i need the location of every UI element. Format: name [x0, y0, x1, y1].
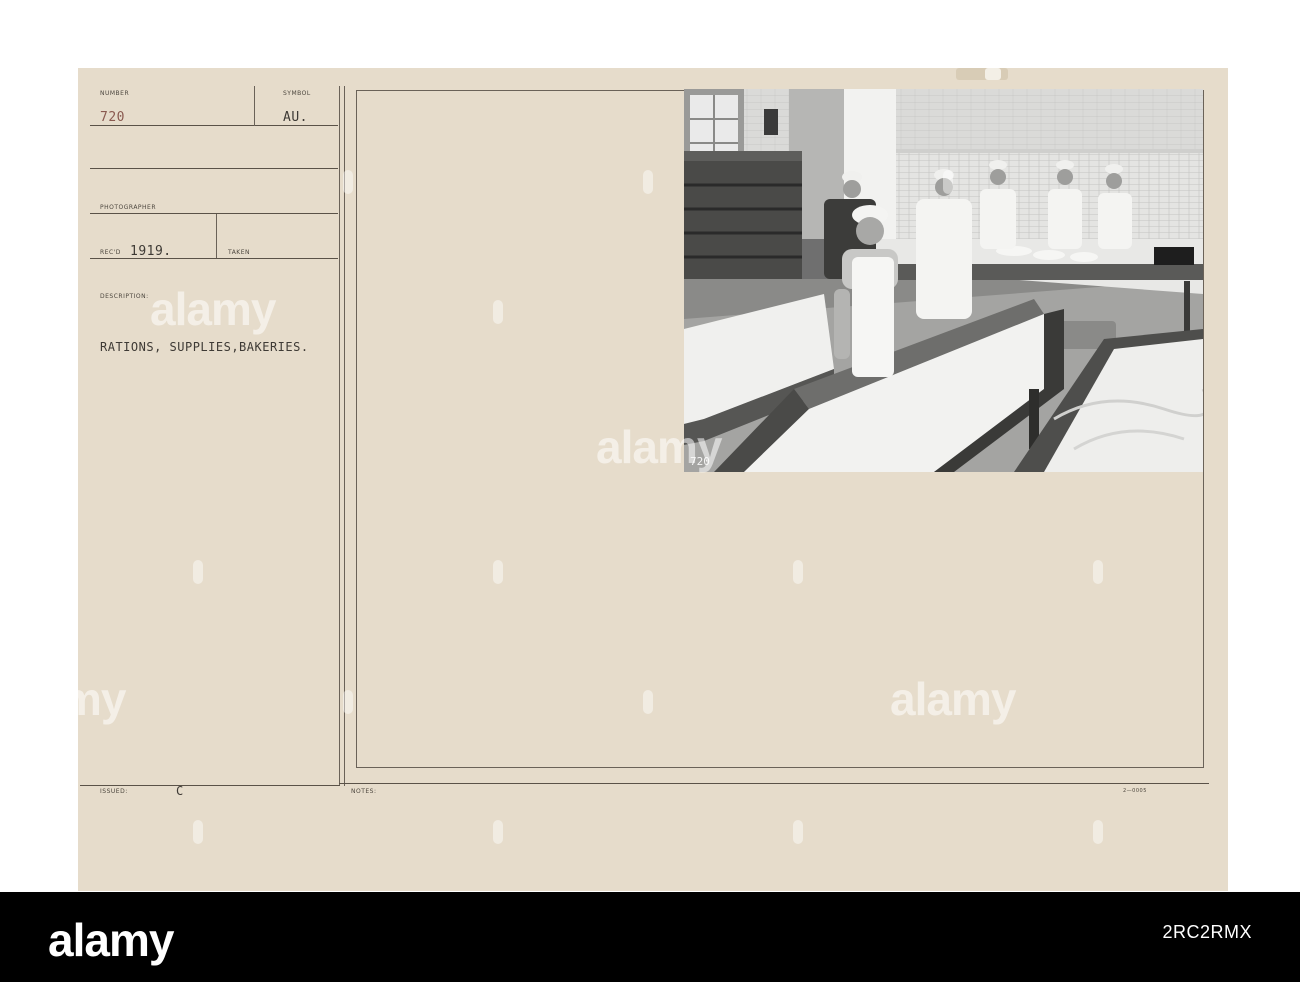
watermark-mark-4 [1093, 42, 1103, 66]
symbol-label: SYMBOL [283, 90, 311, 97]
watermark-mark-21 [1093, 820, 1103, 844]
watermark-mark-18 [193, 820, 203, 844]
bottom-rule [80, 785, 340, 786]
left-column-divider [339, 86, 340, 786]
watermark-mark-7 [643, 170, 653, 194]
footer-logo: alamy [48, 914, 174, 966]
number-value: 720 [100, 110, 125, 125]
watermark-left: alamy [150, 283, 276, 335]
number-symbol-divider [254, 86, 255, 126]
photographer-rule [90, 213, 338, 214]
notes-top-rule [339, 783, 1209, 784]
number-rule [90, 125, 338, 126]
watermark-lower-right: alamy [890, 673, 1016, 725]
photographer-label: PHOTOGRAPHER [100, 204, 157, 211]
watermark-mark-20 [793, 820, 803, 844]
bakery-photograph: 720 [684, 89, 1203, 472]
form-code: 2—0005 [1123, 788, 1147, 794]
issued-label: ISSUED: [100, 788, 128, 795]
card-tear-hole [985, 68, 1001, 80]
number-label: NUMBER [100, 90, 130, 97]
taken-label: TAKEN [228, 249, 251, 256]
watermark-mark-15 [1093, 560, 1103, 584]
watermark-center: alamy [596, 421, 722, 473]
footer-image-id: 2RC2RMX [1162, 922, 1252, 942]
watermark-mark-3 [793, 42, 803, 66]
recd-rule [90, 258, 338, 259]
watermark-mark-19 [493, 820, 503, 844]
symbol-value: AU. [283, 110, 308, 125]
description-label: DESCRIPTION: [100, 293, 149, 300]
recd-label: REC'D [100, 249, 121, 256]
notes-label: NOTES: [351, 788, 377, 795]
issued-value: C [176, 784, 184, 798]
photographer-top-rule [90, 168, 338, 169]
watermark-mark-16 [343, 690, 353, 714]
stock-footer-bar: alamy 2RC2RMX [0, 892, 1300, 982]
description-value: RATIONS, SUPPLIES,BAKERIES. [100, 340, 309, 354]
watermark-mark-6 [343, 170, 353, 194]
watermark-mark-9 [1243, 170, 1253, 194]
watermark-mark-8 [943, 170, 953, 194]
watermark-mark-12 [193, 560, 203, 584]
watermark-mark-17 [643, 690, 653, 714]
bakery-photo-illustration [684, 89, 1203, 472]
recd-value: 1919. [130, 244, 172, 259]
watermark-mark-5 [43, 170, 53, 194]
recd-taken-divider [216, 214, 217, 258]
watermark-mark-10 [493, 300, 503, 324]
watermark-mark-2 [493, 42, 503, 66]
watermark-mark-13 [493, 560, 503, 584]
watermark-mark-1 [193, 42, 203, 66]
watermark-lower-left: alamy [0, 673, 126, 725]
watermark-mark-14 [793, 560, 803, 584]
watermark-mark-11 [43, 432, 53, 456]
